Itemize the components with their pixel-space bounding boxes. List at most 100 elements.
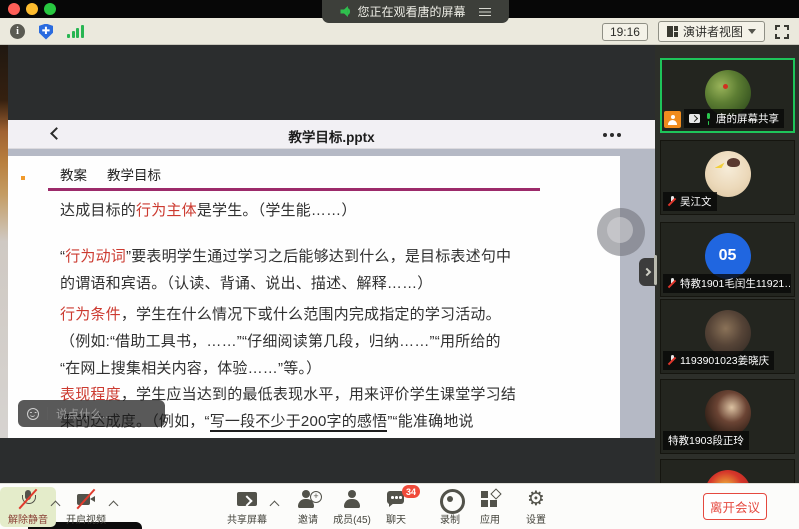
share-screen-icon [235, 489, 259, 510]
speaker-icon [340, 6, 352, 17]
slide-line: （例如:“借助工具书，……”“仔细阅读第几段，归纳……”“用所给的 [60, 328, 590, 355]
participant-name: 唐的屏幕共享 [716, 111, 779, 126]
participant-tile[interactable]: 吴江文 [660, 140, 795, 215]
slide-text-segment: （例如:“借助工具书，……”“仔细阅读第几段，归纳……”“用所给的 [60, 333, 501, 350]
tab-jiaoan[interactable]: 教案 [60, 164, 87, 184]
chat-badge: 34 [402, 485, 420, 498]
host-badge-icon [664, 111, 681, 128]
unmute-icon [16, 489, 40, 510]
emoji-icon[interactable] [27, 408, 39, 420]
meeting-timer: 19:16 [602, 23, 648, 41]
toolbar-start-video-label: 开启视频 [66, 511, 106, 526]
banner-menu-icon[interactable] [479, 7, 491, 17]
toolbar-members-label: 成员(45) [333, 511, 371, 526]
slide-line: “在网上搜集相关内容，体验……”等。） [60, 355, 590, 382]
toolbar-chat-label: 聊天 [386, 511, 406, 526]
security-shield-icon[interactable]: ✚ [39, 24, 53, 40]
participant-label: 1193901023姜晓庆 [663, 351, 774, 370]
toolbar-start-video-button[interactable]: 开启视频 [58, 487, 114, 527]
close-window-button[interactable] [8, 3, 20, 15]
toolbar-unmute-button[interactable]: 解除静音 [0, 487, 56, 527]
mic-muted-icon [668, 355, 676, 366]
desktop-background-sliver [0, 45, 8, 438]
slide-line: 达成目标的行为主体是学生。（学生能……） [60, 197, 590, 224]
meeting-info-icon[interactable]: i [10, 24, 25, 39]
slide-line: 的谓语和宾语。（认读、背诵、说出、描述、解释……） [60, 270, 590, 297]
floating-assistive-button[interactable] [597, 208, 645, 256]
members-icon [340, 489, 364, 510]
participant-avatar [705, 390, 751, 436]
fullscreen-button[interactable] [775, 25, 789, 39]
chevron-up-icon[interactable] [271, 500, 279, 508]
quick-chat-input[interactable]: 说点什么... [18, 400, 165, 427]
document-tabs: 教案教学目标 [60, 164, 161, 184]
slide-page: 教案教学目标 达成目标的行为主体是学生。（学生能……） “行为动词”要表明学生通过… [8, 156, 620, 438]
mic-on-icon [704, 113, 712, 124]
participant-tile[interactable]: 特教1903段正玲 [660, 379, 795, 454]
meeting-window: 您正在观看唐的屏幕 i ✚ 19:16 演讲者视图 教 [0, 0, 799, 529]
shared-screen-area: 教学目标.pptx 教案教学目标 达成目标的行为主体是学生。（学生能……） “行为… [0, 45, 799, 483]
toolbar-apps-label: 应用 [480, 511, 500, 526]
toolbar-settings-label: 设置 [526, 511, 546, 526]
meeting-toolbar: 离开会议 解除静音开启视频共享屏幕邀请成员(45)34聊天录制应用⚙设置 [0, 483, 799, 529]
mic-muted-icon [668, 278, 676, 289]
view-mode-selector[interactable]: 演讲者视图 [658, 21, 765, 42]
slide-text-segment: 行为主体 [136, 202, 197, 219]
participant-label: 唐的屏幕共享 [684, 109, 784, 128]
settings-icon: ⚙ [524, 489, 548, 510]
invite-icon [296, 489, 320, 510]
screen-share-icon [689, 114, 700, 123]
slide-line: 阅读《游褒禅山记》一文，“学生能将文中叙述事件与发表议论的句子分 [60, 435, 590, 438]
slide-text-segment: 达成目标的 [60, 202, 136, 219]
slide-text-segment: 行为条件 [60, 306, 121, 323]
document-header: 教学目标.pptx [8, 120, 655, 149]
tab-jiaoxue-mubiao[interactable]: 教学目标 [107, 164, 161, 184]
participant-avatar [705, 151, 751, 197]
divider [47, 407, 48, 420]
participant-name: 1193901023姜晓庆 [680, 353, 769, 368]
participant-avatar [705, 310, 751, 356]
participants-sidebar: 唐的屏幕共享吴江文05特教1901毛闰生11921…1193901023姜晓庆特… [655, 45, 799, 483]
bullet-marker [21, 176, 25, 180]
minimize-window-button[interactable] [26, 3, 38, 15]
view-mode-label: 演讲者视图 [683, 23, 743, 40]
zoom-window-button[interactable] [44, 3, 56, 15]
start-video-icon [74, 489, 98, 510]
participant-tile[interactable]: 1193901023姜晓庆 [660, 299, 795, 374]
slide-paragraph: “行为动词”要表明学生通过学习之后能够达到什么，是目标表述句中的谓语和宾语。（认… [60, 243, 590, 297]
toolbar-settings-button[interactable]: ⚙设置 [508, 487, 564, 527]
network-signal-icon[interactable] [67, 25, 84, 38]
participant-name: 特教1903段正玲 [668, 433, 744, 448]
participant-label: 特教1903段正玲 [663, 431, 749, 450]
chevron-right-icon [643, 268, 651, 276]
participant-name: 吴江文 [680, 194, 712, 209]
slide-line: “行为动词”要表明学生通过学习之后能够达到什么，是目标表述句中 [60, 243, 590, 270]
chevron-up-icon[interactable] [110, 500, 118, 508]
speaker-wave-icon [347, 8, 350, 15]
document-title: 教学目标.pptx [8, 126, 655, 146]
mic-muted-icon [668, 196, 676, 207]
toolbar-invite-label: 邀请 [298, 511, 318, 526]
toolbar-unmute-label: 解除静音 [8, 511, 48, 526]
participant-tile[interactable]: 05特教1901毛闰生11921… [660, 222, 795, 297]
slide-text-segment: 行为动词 [65, 248, 126, 265]
slide-paragraph: 行为条件，学生在什么情况下或什么范围内完成指定的学习活动。（例如:“借助工具书，… [60, 301, 590, 382]
toolbar-chat-button[interactable]: 34 聊天 [368, 487, 424, 527]
more-options-icon[interactable] [603, 133, 607, 137]
participant-label: 吴江文 [663, 192, 717, 211]
participant-label: 特教1901毛闰生11921… [663, 274, 791, 293]
sidebar-scroll-handle[interactable] [654, 255, 657, 285]
participant-tile[interactable]: 唐的屏幕共享 [660, 58, 795, 133]
toolbar-share-screen-button[interactable]: 共享屏幕 [219, 487, 275, 527]
slide-text-segment: 的谓语和宾语。（认读、背诵、说出、描述、解释……） [60, 275, 433, 292]
toolbar-share-screen-label: 共享屏幕 [227, 511, 267, 526]
slide-text-segment: ，学生应当达到的最低表现水平，用来评价学生课堂学习结 [121, 386, 516, 403]
slide-paragraph: 达成目标的行为主体是学生。（学生能……） [60, 197, 590, 224]
watching-screen-banner[interactable]: 您正在观看唐的屏幕 [322, 0, 509, 23]
apps-icon [478, 489, 502, 510]
participant-avatar: 05 [705, 233, 751, 279]
leave-meeting-button[interactable]: 离开会议 [703, 493, 767, 520]
slide-text-segment: “在网上搜集相关内容，体验……”等。） [60, 360, 321, 377]
chat-placeholder: 说点什么... [56, 406, 112, 422]
layout-icon [667, 26, 678, 37]
